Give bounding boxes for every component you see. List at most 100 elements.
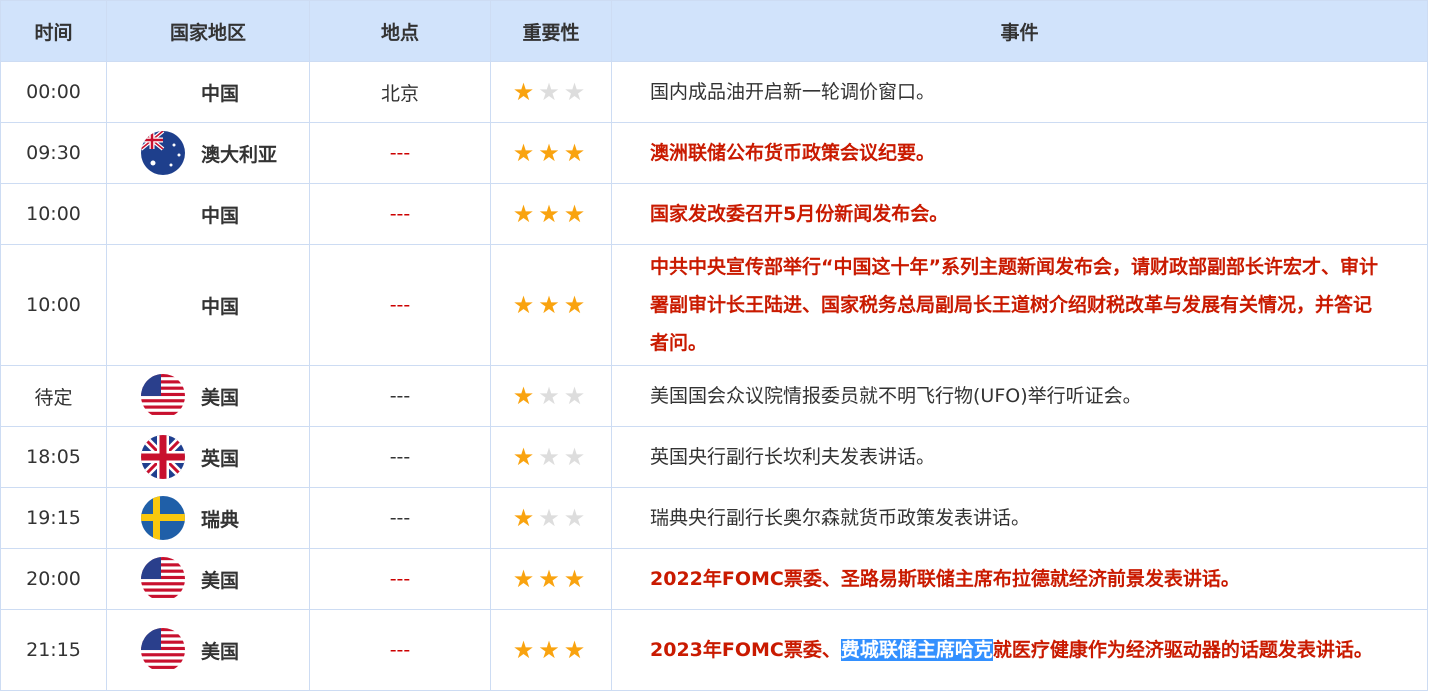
event-cell: 澳洲联储公布货币政策会议纪要。 [611,122,1428,184]
table-row: 10:00 中国 --- ★★★ 中共中央宣传部举行“中国这十年”系列主题新闻发… [0,244,1428,366]
event-text: 瑞典央行副行长奥尔森就货币政策发表讲话。 [650,507,1031,529]
time-cell: 待定 [0,365,107,427]
time-cell: 18:05 [0,426,107,488]
country-name: 澳大利亚 [201,143,278,166]
country-cell: 美国 [106,365,310,427]
country-cell: 澳大利亚 [106,122,310,184]
event-text: 国内成品油开启新一轮调价窗口。 [650,81,936,103]
table-row: 18:05 英国 --- ★★★ 英国央行副行长坎利夫发表讲话。 [0,426,1428,488]
header-importance: 重要性 [490,0,612,62]
country-cell: 美国 [106,609,310,691]
star-icon: ★ [512,382,539,410]
star-icon: ★ [563,504,590,532]
time-cell: 10:00 [0,244,107,366]
flag-placeholder [141,283,185,327]
location-cell: --- [309,183,491,245]
country-name: 英国 [201,447,240,470]
country-name: 中国 [201,295,240,318]
importance-stars: ★★★ [490,122,612,184]
star-icon: ★ [512,504,539,532]
star-icon: ★ [563,636,590,664]
event-text-part: 就医疗健康作为经济驱动器的话题发表讲话。 [992,639,1373,661]
country-name: 中国 [201,204,240,227]
header-country: 国家地区 [106,0,310,62]
country-name: 中国 [201,82,240,105]
star-icon: ★ [512,139,539,167]
star-icon: ★ [563,565,590,593]
time-cell: 09:30 [0,122,107,184]
importance-stars: ★★★ [490,61,612,123]
flag-placeholder [141,70,185,114]
country-cell: 中国 [106,183,310,245]
star-icon: ★ [512,200,539,228]
country-name: 美国 [201,640,240,663]
table-row: 09:30 澳大利亚 --- ★★★ 澳洲联储公布货币政策会议纪要。 [0,122,1428,184]
table-row: 21:15 美国 --- ★★★ 2023年FOMC票委、费城联储主席哈克就医疗… [0,609,1428,691]
location-cell: --- [309,426,491,488]
event-cell: 中共中央宣传部举行“中国这十年”系列主题新闻发布会，请财政部副部长许宏才、审计署… [611,244,1428,366]
location-cell: 北京 [309,61,491,123]
time-cell: 20:00 [0,548,107,610]
table-row: 19:15 瑞典 --- ★★★ 瑞典央行副行长奥尔森就货币政策发表讲话。 [0,487,1428,549]
importance-stars: ★★★ [490,487,612,549]
us-flag-icon [141,374,185,418]
us-flag-icon [141,557,185,601]
location-cell: --- [309,609,491,691]
location-cell: --- [309,365,491,427]
star-icon: ★ [563,200,590,228]
event-text: 美国国会众议院情报委员就不明飞行物(UFO)举行听证会。 [650,385,1142,407]
star-icon: ★ [512,565,539,593]
star-icon: ★ [512,78,539,106]
header-event: 事件 [611,0,1428,62]
country-name: 美国 [201,386,240,409]
us-flag-icon [141,628,185,672]
country-cell: 中国 [106,244,310,366]
importance-stars: ★★★ [490,365,612,427]
location-cell: --- [309,122,491,184]
flag-placeholder [141,192,185,236]
star-icon: ★ [563,443,590,471]
header-location: 地点 [309,0,491,62]
country-cell: 英国 [106,426,310,488]
time-cell: 21:15 [0,609,107,691]
event-text-part: 2023年FOMC票委、 [650,639,841,661]
event-text: 国家发改委召开5月份新闻发布会。 [650,203,949,225]
table-header: 时间 国家地区 地点 重要性 事件 [0,0,1428,62]
event-cell: 国内成品油开启新一轮调价窗口。 [611,61,1428,123]
star-icon: ★ [563,291,590,319]
star-icon: ★ [538,443,564,471]
importance-stars: ★★★ [490,426,612,488]
header-time: 时间 [0,0,107,62]
event-text: 中共中央宣传部举行“中国这十年”系列主题新闻发布会，请财政部副部长许宏才、审计署… [650,256,1378,354]
event-cell: 英国央行副行长坎利夫发表讲话。 [611,426,1428,488]
event-cell: 2023年FOMC票委、费城联储主席哈克就医疗健康作为经济驱动器的话题发表讲话。 [611,609,1428,691]
importance-stars: ★★★ [490,609,612,691]
table-row: 20:00 美国 --- ★★★ 2022年FOMC票委、圣路易斯联储主席布拉德… [0,548,1428,610]
table-row: 00:00 中国 北京 ★★★ 国内成品油开启新一轮调价窗口。 [0,61,1428,123]
star-icon: ★ [538,139,564,167]
au-flag-icon [141,131,185,175]
event-cell: 2022年FOMC票委、圣路易斯联储主席布拉德就经济前景发表讲话。 [611,548,1428,610]
country-cell: 美国 [106,548,310,610]
star-icon: ★ [563,78,590,106]
event-text: 英国央行副行长坎利夫发表讲话。 [650,446,936,468]
country-name: 瑞典 [201,508,240,531]
star-icon: ★ [538,382,564,410]
time-cell: 19:15 [0,487,107,549]
star-icon: ★ [512,291,539,319]
table-row: 10:00 中国 --- ★★★ 国家发改委召开5月份新闻发布会。 [0,183,1428,245]
event-text: 澳洲联储公布货币政策会议纪要。 [650,142,936,164]
importance-stars: ★★★ [490,183,612,245]
star-icon: ★ [538,291,564,319]
country-name: 美国 [201,569,240,592]
importance-stars: ★★★ [490,548,612,610]
table-row: 待定 美国 --- ★★★ 美国国会众议院情报委员就不明飞行物(UFO)举行听证… [0,365,1428,427]
star-icon: ★ [563,382,590,410]
importance-stars: ★★★ [490,244,612,366]
location-cell: --- [309,548,491,610]
star-icon: ★ [538,636,564,664]
economic-calendar-table: 时间 国家地区 地点 重要性 事件 00:00 中国 北京 ★★★ 国内成品油开… [0,0,1428,691]
location-cell: --- [309,487,491,549]
se-flag-icon [141,496,185,540]
star-icon: ★ [538,200,564,228]
